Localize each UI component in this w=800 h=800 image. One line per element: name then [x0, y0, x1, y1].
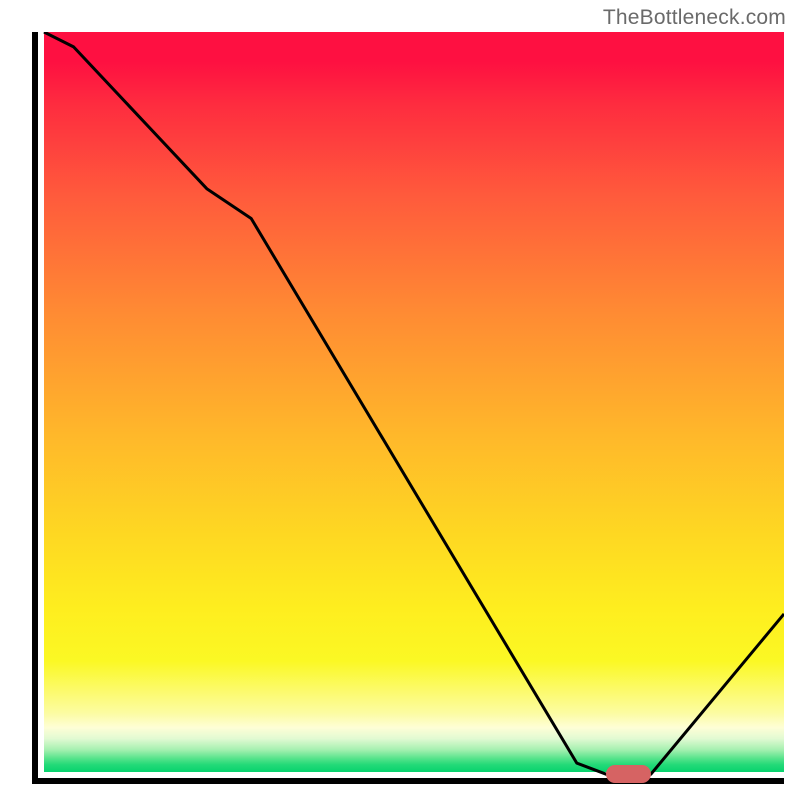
- chart-gradient-bg: [44, 32, 784, 772]
- optimal-marker: [606, 765, 650, 783]
- chart-plot-area: [32, 32, 784, 784]
- watermark-text: TheBottleneck.com: [603, 6, 786, 30]
